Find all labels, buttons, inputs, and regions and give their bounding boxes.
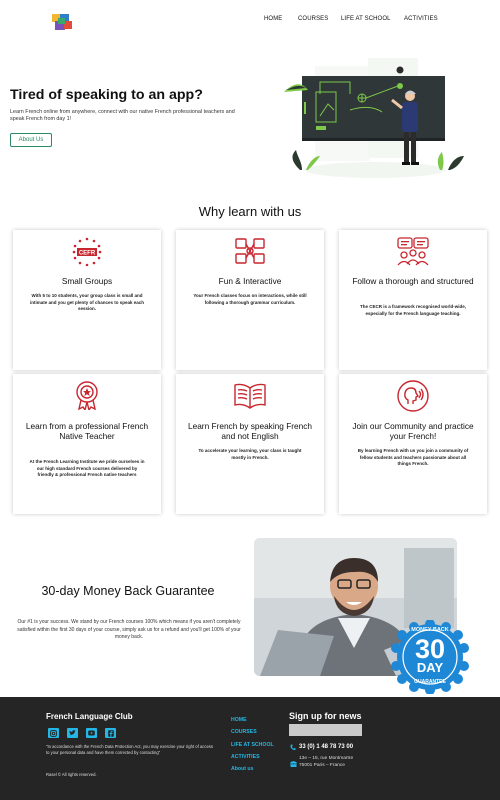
twitter-icon[interactable] — [67, 728, 78, 738]
card-text: To accelerate your learning, your class … — [198, 448, 302, 460]
speaking-head-icon — [397, 380, 429, 412]
nav-courses-link[interactable]: COURSES — [298, 16, 328, 22]
about-us-button[interactable]: About Us — [10, 133, 52, 147]
feature-card-fun-interactive: Fun & Interactive Your French classes fo… — [176, 230, 324, 370]
card-title: Small Groups — [61, 276, 113, 286]
main-nav: HOME COURSES LIFE AT SCHOOL ACTIVITIES — [0, 16, 500, 26]
building-icon — [290, 761, 297, 767]
signup-title: Sign up for news — [289, 711, 362, 721]
badge-top-text: MONEY BACK — [411, 627, 449, 633]
feature-card-structured: Follow a thorough and structured The CEC… — [339, 230, 487, 370]
card-text: At the French Learning Institute we prid… — [29, 459, 145, 478]
award-medal-icon — [76, 381, 98, 410]
card-text: By learning French with us you join a co… — [357, 448, 469, 467]
hands-together-icon — [235, 238, 265, 264]
teacher-board-illustration — [284, 58, 464, 178]
youtube-icon[interactable] — [86, 728, 97, 738]
badge-bottom-text: GUARANTEE — [414, 679, 446, 685]
copyright-text: Rasel © All rights reserved. — [46, 772, 97, 777]
open-book-icon — [234, 383, 266, 409]
social-links — [48, 728, 116, 738]
address-line-1: 13e – 15, rue Montmartre — [299, 756, 354, 761]
footer-link-home[interactable]: HOME — [231, 717, 274, 729]
footer-link-courses[interactable]: COURSES — [231, 729, 274, 741]
footer-link-life-at-school[interactable]: LIFE AT SCHOOL — [231, 742, 274, 754]
cefr-stars-icon: CEFR — [72, 237, 102, 266]
group-chat-icon — [397, 237, 429, 266]
footer-links: HOME COURSES LIFE AT SCHOOL ACTIVITIES A… — [231, 717, 274, 778]
feature-card-small-groups: CEFR Small Groups With 5 to 10 students,… — [13, 230, 161, 370]
card-text: With 5 to 10 students, your group class … — [29, 293, 145, 312]
hero-text: Learn French online from anywhere, conne… — [10, 109, 235, 123]
instagram-icon[interactable] — [48, 728, 59, 738]
card-title: Fun & Interactive — [218, 276, 282, 286]
card-title: Join our Community and practice your Fre… — [352, 421, 474, 441]
address-block: 13e – 15, rue Montmartre 75001 Paris – F… — [299, 755, 353, 769]
why-section-title: Why learn with us — [198, 204, 302, 219]
badge-number: 30 — [414, 634, 446, 664]
feature-card-speak-french: Learn French by speaking French and not … — [176, 374, 324, 514]
cefr-badge-text: CEFR — [79, 250, 96, 256]
facebook-icon[interactable] — [105, 728, 116, 738]
site-header: HOME COURSES LIFE AT SCHOOL ACTIVITIES — [0, 0, 500, 42]
footer-brand: French Language Club — [46, 712, 133, 721]
card-title: Learn from a professional French Native … — [25, 421, 149, 441]
site-footer: French Language Club "In accordance with… — [0, 697, 500, 800]
nav-home-link[interactable]: HOME — [264, 16, 282, 22]
feature-card-community: Join our Community and practice your Fre… — [339, 374, 487, 514]
feature-card-native-teacher: Learn from a professional French Native … — [13, 374, 161, 514]
card-title: Follow a thorough and structured — [352, 276, 474, 286]
footer-link-about-us[interactable]: About us — [231, 766, 274, 778]
card-title: Learn French by speaking French and not … — [187, 421, 313, 441]
data-protection-note: "In accordance with the French Data Prot… — [46, 744, 213, 756]
address-line-2: 75001 Paris – France — [299, 763, 345, 768]
guarantee-text: Our #1 is your success. We stand by our … — [17, 619, 241, 641]
card-text: Your French classes focus on interaction… — [193, 293, 307, 305]
footer-link-activities[interactable]: ACTIVITIES — [231, 754, 274, 766]
hero-title: Tired of speaking to an app? — [10, 87, 203, 103]
guarantee-title: 30-day Money Back Guarantee — [41, 584, 215, 598]
phone-number[interactable]: 33 (0) 1 48 78 73 00 — [299, 744, 353, 750]
nav-activities-link[interactable]: ACTIVITIES — [404, 16, 438, 22]
newsletter-email-input[interactable] — [289, 724, 362, 736]
nav-life-at-school-link[interactable]: LIFE AT SCHOOL — [341, 16, 391, 22]
phone-icon — [290, 744, 296, 750]
card-text: The CECR is a framework recognised world… — [359, 304, 467, 316]
badge-day-text: DAY — [416, 660, 444, 675]
